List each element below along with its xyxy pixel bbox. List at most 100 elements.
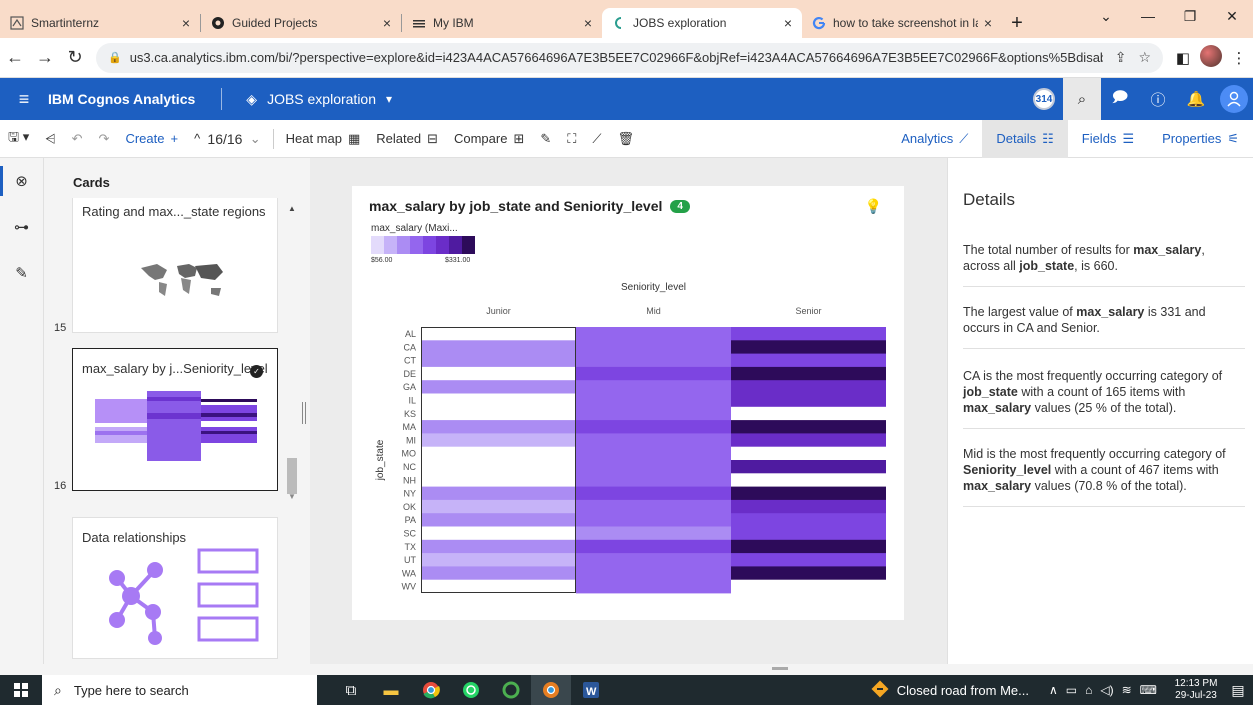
card-16-selected[interactable]: max_salary by j...Seniority_level ✓ xyxy=(72,348,278,491)
taskbar-search[interactable]: ⌕ Type here to search xyxy=(42,675,317,705)
pin-icon[interactable]: ✎ xyxy=(532,120,559,158)
delete-icon[interactable]: 🗑 xyxy=(609,120,642,158)
profile-avatar[interactable] xyxy=(1197,44,1225,71)
notification-count-button[interactable]: 314 xyxy=(1025,78,1063,120)
back-arrow-icon[interactable]: ← xyxy=(0,47,30,68)
trend-icon[interactable]: ⟋ xyxy=(584,120,609,158)
pins-tab[interactable]: ✎ xyxy=(0,250,43,296)
lightbulb-icon[interactable]: 💡 xyxy=(865,198,882,215)
windows-start-icon[interactable] xyxy=(0,683,42,697)
system-tray: ∧ ▭ ⌂ ◁) ≋ ⌨ xyxy=(1045,683,1161,697)
star-icon[interactable]: ☆ xyxy=(1138,49,1151,66)
file-explorer-icon[interactable]: ▬ xyxy=(371,675,411,705)
heatmap-chart[interactable]: Seniority_level Junior Mid Senior job_state A… xyxy=(352,276,904,606)
close-icon[interactable]: × xyxy=(584,15,592,31)
restore-icon[interactable]: ❐ xyxy=(1169,0,1211,32)
help-icon[interactable]: ⓘ xyxy=(1139,78,1177,120)
chevron-up-icon[interactable]: ∧ xyxy=(1049,683,1058,697)
task-view-icon[interactable]: ⧉ xyxy=(331,675,371,705)
heatmap-cell xyxy=(421,539,576,554)
create-button[interactable]: Create + xyxy=(117,120,186,158)
minimize-icon[interactable]: — xyxy=(1127,0,1169,32)
keyboard-icon[interactable]: ⌨ xyxy=(1140,683,1157,697)
browser-tab-smartinternz[interactable]: Smartinternz × xyxy=(0,8,200,38)
visualization-card[interactable]: max_salary by job_state and Seniority_le… xyxy=(352,186,904,620)
news-widget[interactable]: Closed road from Me... xyxy=(871,680,1029,701)
panel-resize-handle[interactable] xyxy=(302,402,306,424)
chevron-up-icon[interactable]: ^ xyxy=(194,131,200,146)
asset-title[interactable]: JOBS exploration xyxy=(267,91,376,107)
word-icon[interactable]: W xyxy=(571,675,611,705)
card-15[interactable]: Rating and max..._state regions xyxy=(72,198,278,333)
clock-time: 12:13 PM xyxy=(1174,678,1218,689)
whatsapp-icon[interactable] xyxy=(451,675,491,705)
hamburger-menu-icon[interactable]: ≡ xyxy=(0,89,48,110)
circle-app-icon[interactable] xyxy=(491,675,531,705)
browser-tab-google-search[interactable]: how to take screenshot in lap × xyxy=(802,8,1002,38)
url-field[interactable]: 🔒 us3.ca.analytics.ibm.com/bi/?perspecti… xyxy=(96,42,1163,73)
cards-tab[interactable]: ⊗ xyxy=(0,158,43,204)
close-icon[interactable]: × xyxy=(182,15,190,31)
chevron-down-icon[interactable]: ⌄ xyxy=(1085,0,1127,32)
browser-tab-jobs-exploration[interactable]: JOBS exploration × xyxy=(602,8,802,38)
y-tick-label: MI xyxy=(406,435,416,445)
close-icon[interactable]: × xyxy=(784,15,792,31)
chevron-down-icon[interactable]: ⌄ xyxy=(250,131,261,147)
browser-tab-guided-projects[interactable]: Guided Projects × xyxy=(201,8,401,38)
properties-button[interactable]: Properties ⚟ xyxy=(1148,120,1253,158)
fields-icon: ☰ xyxy=(1122,130,1135,146)
legend-color-scale[interactable] xyxy=(371,236,475,254)
network-icon[interactable]: ⌂ xyxy=(1085,683,1092,697)
sidebar-toggle-icon[interactable]: ◧ xyxy=(1169,49,1197,67)
analytics-button[interactable]: Analytics ⟋ xyxy=(887,120,982,158)
heatmap-button[interactable]: Heat map ▦ xyxy=(278,120,369,158)
chrome-icon[interactable] xyxy=(411,675,451,705)
notifications-icon[interactable]: ▤ xyxy=(1223,682,1253,699)
system-clock[interactable]: 12:13 PM 29-Jul-23 xyxy=(1169,678,1223,702)
details-button[interactable]: Details ☷ xyxy=(982,119,1068,158)
volume-icon[interactable]: ◁) xyxy=(1100,683,1113,697)
heatmap-cell xyxy=(421,327,576,341)
reload-icon[interactable]: ↻ xyxy=(60,47,90,68)
wifi-icon[interactable]: ≋ xyxy=(1122,683,1132,697)
battery-icon[interactable]: ▭ xyxy=(1066,683,1077,697)
left-icon-rail: ⊗ ⊶ ✎ xyxy=(0,158,44,664)
card-data-relationships[interactable]: Data relationships xyxy=(72,517,278,659)
chat-icon[interactable]: 🗩 xyxy=(1101,78,1139,120)
legend-title: max_salary (Maxi... xyxy=(371,223,458,234)
related-button[interactable]: Related ⊟ xyxy=(368,120,446,158)
close-icon[interactable]: × xyxy=(383,15,391,31)
new-tab-button[interactable]: + xyxy=(1002,8,1032,38)
page-navigator[interactable]: ^ 16/16 ⌄ xyxy=(186,120,269,158)
drawer-handle[interactable] xyxy=(772,667,788,670)
forward-arrow-icon[interactable]: → xyxy=(30,47,60,68)
bell-icon[interactable]: 🔔 xyxy=(1177,78,1215,120)
chevron-down-icon[interactable]: ▾ xyxy=(386,92,392,106)
insight-count-badge[interactable]: 4 xyxy=(670,199,690,213)
share-icon[interactable]: ⩤ xyxy=(37,120,63,158)
user-avatar[interactable] xyxy=(1215,78,1253,120)
heatmap-cell xyxy=(576,486,731,501)
cards-scrollbar[interactable]: ▲ ▼ xyxy=(286,202,298,507)
kebab-menu-icon[interactable]: ⋮ xyxy=(1225,49,1253,67)
scroll-down-icon[interactable]: ▼ xyxy=(288,492,296,501)
heatmap-cell xyxy=(576,526,731,541)
undo-icon[interactable]: ↶ xyxy=(64,120,91,158)
browser-tab-my-ibm[interactable]: My IBM × xyxy=(402,8,602,38)
redo-icon[interactable]: ↷ xyxy=(91,120,118,158)
share-icon[interactable]: ⇪ xyxy=(1115,49,1127,66)
save-icon[interactable]: 🖫 ▾ xyxy=(0,120,37,158)
focus-icon[interactable]: ⛶ xyxy=(559,120,584,158)
heatmap-cell xyxy=(421,513,576,527)
search-icon[interactable]: ⌕ xyxy=(1063,78,1101,120)
fields-button[interactable]: Fields ☰ xyxy=(1068,120,1148,158)
scroll-thumb[interactable] xyxy=(287,458,297,494)
close-window-icon[interactable]: ✕ xyxy=(1211,0,1253,32)
relationships-tab[interactable]: ⊶ xyxy=(0,204,43,250)
scroll-up-icon[interactable]: ▲ xyxy=(288,204,296,213)
close-icon[interactable]: × xyxy=(984,15,992,31)
tab-label: My IBM xyxy=(433,16,474,30)
compare-button[interactable]: Compare ⊞ xyxy=(446,120,532,158)
heatmap-cell xyxy=(576,460,731,474)
chrome-canary-icon[interactable] xyxy=(531,675,571,705)
